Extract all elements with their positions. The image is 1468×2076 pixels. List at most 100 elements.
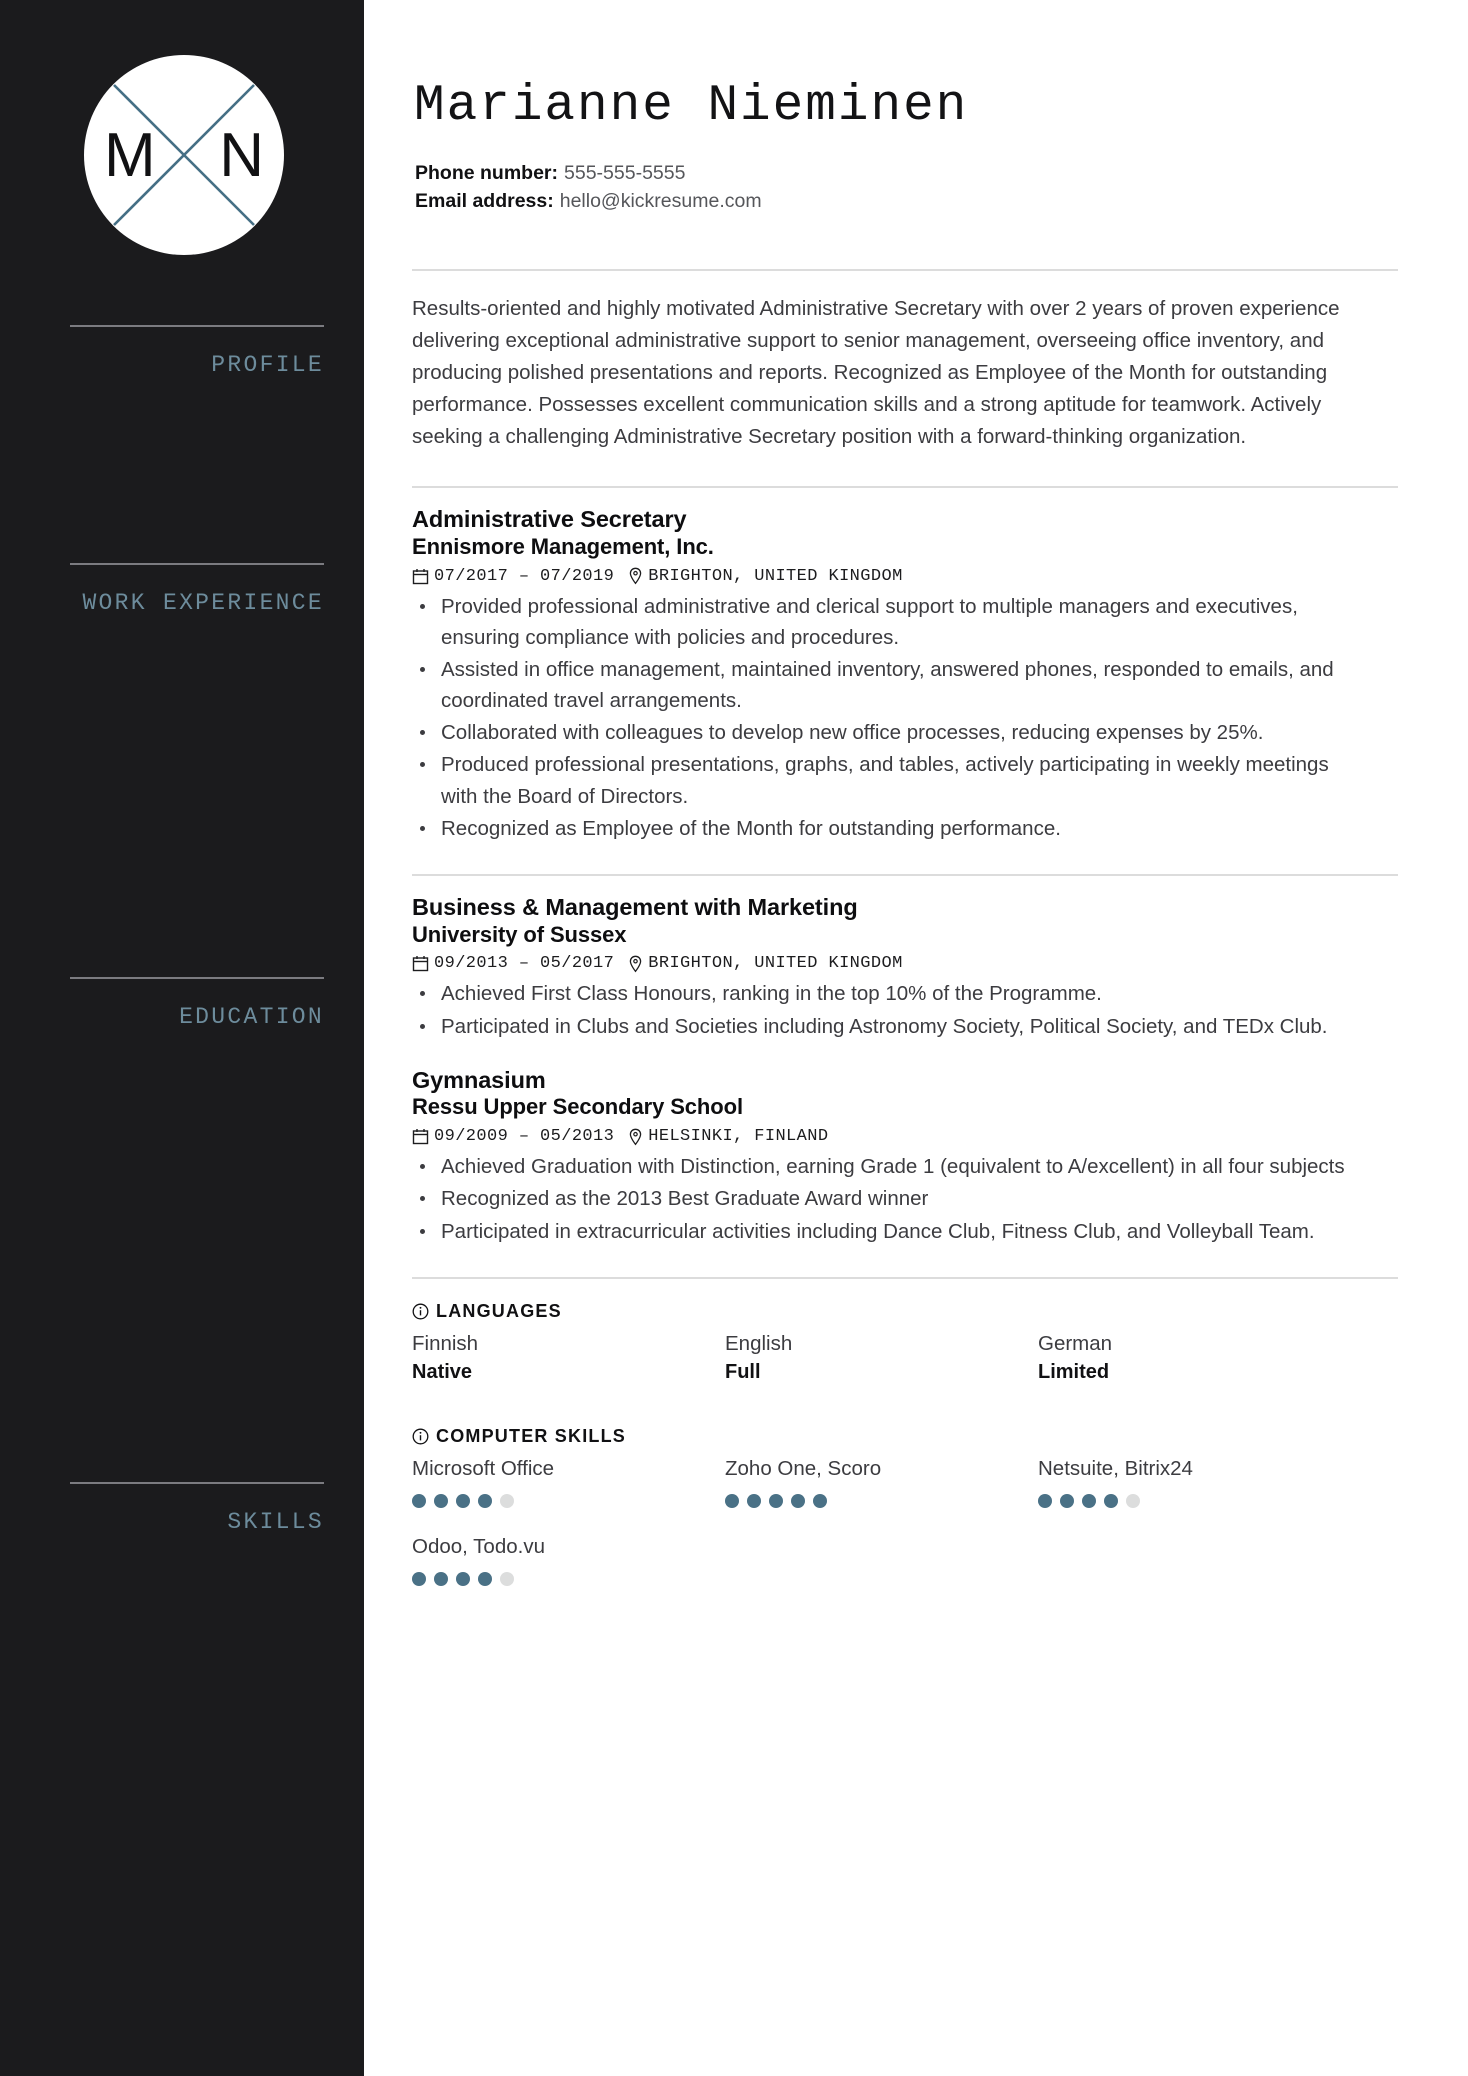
work-bullet-list: Provided professional administrative and… <box>412 591 1398 844</box>
languages-heading-label: LANGUAGES <box>436 1300 562 1321</box>
language-name: English <box>725 1331 793 1355</box>
computer-skill-item: Zoho One, Scoro <box>725 1456 1038 1508</box>
section-divider-work <box>412 486 1398 489</box>
info-icon <box>412 1428 429 1445</box>
rating-dot-filled <box>434 1571 448 1586</box>
work-location: BRIGHTON, UNITED KINGDOM <box>648 566 903 586</box>
info-icon <box>412 1303 429 1320</box>
work-entry: Administrative Secretary Ennismore Manag… <box>412 505 1398 844</box>
section-divider-profile <box>412 269 1398 272</box>
education-location: BRIGHTON, UNITED KINGDOM <box>648 954 903 974</box>
rating-dots <box>1038 1493 1351 1508</box>
monogram-right-letter: N <box>219 120 264 190</box>
list-item: Achieved Graduation with Distinction, ea… <box>412 1151 1357 1182</box>
language-level: Native <box>412 1361 473 1384</box>
list-item: Recognized as the 2013 Best Graduate Awa… <box>412 1183 1357 1214</box>
sidebar-label-skills: SKILLS <box>227 1509 324 1535</box>
work-dates: 07/2017 – 07/2019 <box>434 566 615 586</box>
computer-skills-group: COMPUTER SKILLS Microsoft Office Zoho On… <box>412 1426 1398 1586</box>
sidebar-label-profile: PROFILE <box>211 352 324 378</box>
language-name: German <box>1038 1331 1113 1355</box>
rating-dot-empty <box>1126 1493 1140 1508</box>
language-item: German Limited <box>1038 1331 1351 1387</box>
sidebar-item-education: EDUCATION <box>0 977 364 1030</box>
list-item: Produced professional presentations, gra… <box>412 749 1357 811</box>
rating-dots <box>412 1571 725 1586</box>
rating-dot-filled <box>791 1493 805 1508</box>
computer-skills-row-1: Microsoft Office Zoho One, Scoro Netsuit… <box>412 1456 1398 1508</box>
location-pin-icon <box>628 567 643 585</box>
monogram-left-letter: M <box>104 120 156 190</box>
education-entry: Gymnasium Ressu Upper Secondary School 0… <box>412 1066 1398 1247</box>
list-item: Recognized as Employee of the Month for … <box>412 813 1357 844</box>
computer-skill-name: Netsuite, Bitrix24 <box>1038 1457 1193 1481</box>
language-name: Finnish <box>412 1331 479 1355</box>
section-divider-skills <box>412 1276 1398 1279</box>
list-item: Participated in extracurricular activiti… <box>412 1216 1357 1247</box>
work-company: Ennismore Management, Inc. <box>412 533 714 559</box>
sidebar-item-profile: PROFILE <box>0 325 364 378</box>
profile-summary: Results-oriented and highly motivated Ad… <box>412 297 1340 449</box>
languages-columns: Finnish Native English Full German Limit… <box>412 1331 1398 1387</box>
monogram-circle: M N <box>84 55 284 255</box>
rating-dots <box>412 1493 725 1508</box>
section-divider-education <box>412 873 1398 876</box>
calendar-icon <box>412 568 429 585</box>
education-dates: 09/2013 – 05/2017 <box>434 954 615 974</box>
calendar-icon <box>412 1128 429 1145</box>
education-location: HELSINKI, FINLAND <box>648 1127 829 1147</box>
list-item: Achieved First Class Honours, ranking in… <box>412 978 1357 1009</box>
list-item: Assisted in office management, maintaine… <box>412 654 1357 716</box>
sidebar-divider <box>70 1482 324 1484</box>
sidebar-item-work-experience: WORK EXPERIENCE <box>0 563 364 616</box>
work-meta: 07/2017 – 07/2019 BRIGHTON, UNITED KINGD… <box>412 567 1398 586</box>
education-school: University of Sussex <box>412 921 627 947</box>
work-job-title: Administrative Secretary <box>412 506 687 533</box>
computer-skills-row-2: Odoo, Todo.vu <box>412 1534 1398 1586</box>
language-item: English Full <box>725 1331 1038 1387</box>
calendar-icon <box>412 955 429 972</box>
location-pin-icon <box>628 955 643 973</box>
rating-dot-filled <box>478 1493 492 1508</box>
rating-dot-filled <box>434 1493 448 1508</box>
phone-label: Phone number: <box>415 162 559 184</box>
sidebar-divider <box>70 325 324 327</box>
rating-dots <box>725 1493 1038 1508</box>
rating-dot-filled <box>725 1493 739 1508</box>
list-item: Provided professional administrative and… <box>412 591 1357 653</box>
language-item: Finnish Native <box>412 1331 725 1387</box>
computer-skill-name: Odoo, Todo.vu <box>412 1534 545 1558</box>
rating-dot-filled <box>412 1571 426 1586</box>
rating-dot-filled <box>1060 1493 1074 1508</box>
rating-dot-filled <box>412 1493 426 1508</box>
computer-skill-name: Zoho One, Scoro <box>725 1457 882 1481</box>
list-item: Participated in Clubs and Societies incl… <box>412 1011 1357 1042</box>
contact-block: Phone number: 555-555-5555 Email address:… <box>415 160 1398 215</box>
resume-main-content: Marianne Nieminen Phone number: 555-555-5… <box>364 0 1468 2076</box>
email-label: Email address: <box>415 189 554 212</box>
page-title: Marianne Nieminen <box>414 78 969 135</box>
email-value: hello@kickresume.com <box>559 189 762 212</box>
computer-skills-heading-label: COMPUTER SKILLS <box>436 1426 627 1447</box>
sidebar-divider <box>70 563 324 565</box>
computer-skill-item: Microsoft Office <box>412 1456 725 1508</box>
education-meta: 09/2009 – 05/2013 HELSINKI, FINLAND <box>412 1127 1398 1146</box>
computer-skill-item: Odoo, Todo.vu <box>412 1534 725 1586</box>
sidebar-item-skills: SKILLS <box>0 1482 364 1535</box>
rating-dot-filled <box>456 1493 470 1508</box>
rating-dot-filled <box>769 1493 783 1508</box>
rating-dot-filled <box>747 1493 761 1508</box>
list-item: Collaborated with colleagues to develop … <box>412 717 1357 748</box>
rating-dot-filled <box>1104 1493 1118 1508</box>
rating-dot-filled <box>456 1571 470 1586</box>
sidebar-label-work-experience: WORK EXPERIENCE <box>82 590 324 616</box>
language-level: Full <box>725 1361 761 1384</box>
contact-email-row: Email address: hello@kickresume.com <box>415 188 1398 216</box>
computer-skill-name: Microsoft Office <box>412 1457 555 1481</box>
phone-value: 555-555-5555 <box>564 162 686 184</box>
education-degree: Business & Management with Marketing <box>412 893 858 920</box>
sidebar: M N PROFILE WORK EXPERIENCE EDUCATION SK… <box>0 0 364 2076</box>
location-pin-icon <box>628 1128 643 1146</box>
education-degree: Gymnasium <box>412 1066 546 1093</box>
language-level: Limited <box>1038 1361 1110 1384</box>
